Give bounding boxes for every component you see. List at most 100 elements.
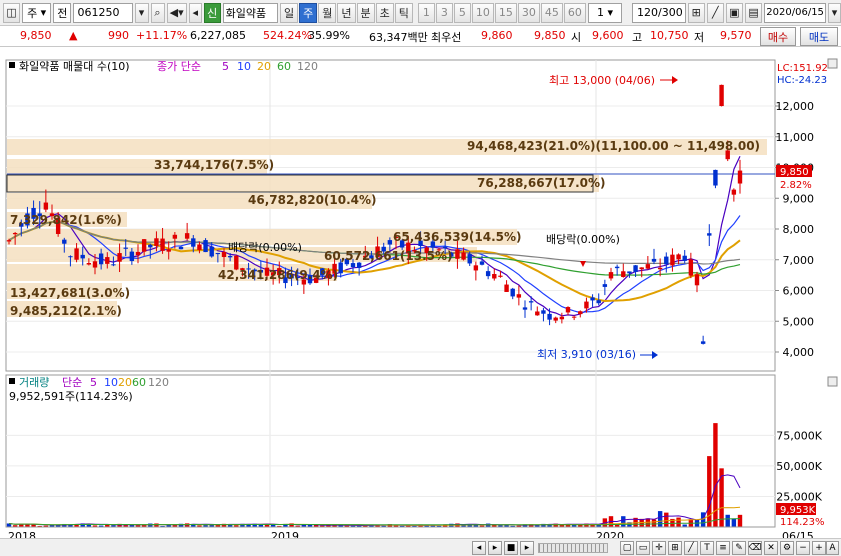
buy-button[interactable]: 매수: [760, 27, 796, 46]
volume-legend-title: 거래량: [19, 376, 49, 389]
period-tab-3[interactable]: 년: [337, 2, 356, 23]
interval-button-4[interactable]: 15: [494, 2, 517, 23]
vma10-label: 10: [104, 376, 118, 389]
period-tab-0[interactable]: 일: [280, 2, 299, 23]
chart-menu-icon[interactable]: ◫: [3, 2, 21, 23]
code-dropdown-icon[interactable]: ▾: [134, 2, 149, 23]
date-input[interactable]: 2020/06/15: [764, 2, 827, 23]
pencil-icon[interactable]: ✎: [732, 541, 746, 555]
search-icon[interactable]: ⌕: [150, 2, 165, 23]
date-dropdown-icon[interactable]: ▾: [828, 2, 841, 23]
stock-name-field: 화일약품: [222, 2, 279, 23]
volume-ma-label: 단순: [62, 376, 82, 389]
zoom-in-icon[interactable]: +: [812, 541, 826, 555]
dividend-label-2: 배당락(0.00%): [546, 233, 620, 246]
candle-body: [387, 240, 393, 245]
interval-value: 1: [597, 6, 604, 19]
candle-body: [166, 249, 171, 252]
prev-stock-icon[interactable]: ◂: [188, 2, 202, 23]
text-tool-icon[interactable]: T: [700, 541, 714, 555]
candle-body: [492, 274, 497, 279]
legend-square-icon: [9, 378, 15, 384]
interval-button-0[interactable]: 1: [417, 2, 435, 23]
cursor-icon[interactable]: ✛: [652, 541, 666, 555]
stock-code-input[interactable]: 061250: [73, 2, 133, 23]
high-label: 고: [632, 31, 643, 44]
high-marker-label: 최고 13,000 (04/06): [549, 74, 655, 87]
scroll-last-icon[interactable]: ▸: [520, 541, 534, 555]
current-volume-pct: 114.23%: [780, 517, 825, 528]
sell-button[interactable]: 매도: [800, 27, 838, 46]
count-value: 120: [637, 6, 659, 19]
volume-profile-label: 33,744,176(7.5%): [154, 158, 274, 172]
price-ma-label: 종가 단순: [157, 60, 201, 73]
candle-body: [129, 251, 135, 262]
interval-button-2[interactable]: 5: [453, 2, 471, 23]
open-price: 9,600: [592, 29, 624, 42]
stock-chart[interactable]: 94,468,423(21.0%)(11,100.00 ~ 11,498.00)…: [0, 47, 841, 556]
price-change: 990: [108, 29, 129, 42]
period-tab-2[interactable]: 월: [318, 2, 337, 23]
volume-profile-label: 76,288,667(17.0%): [477, 176, 606, 190]
fibonacci-icon[interactable]: ≡: [716, 541, 730, 555]
scroll-track[interactable]: [538, 543, 608, 553]
volume-profile-label: 60,572,661(13.5%): [324, 249, 453, 263]
save-icon[interactable]: ▣: [725, 2, 743, 23]
eraser-icon[interactable]: ⌫: [748, 541, 762, 555]
interval-input[interactable]: 1 ▾: [587, 2, 623, 23]
count-input[interactable]: 120/300: [632, 2, 686, 23]
layout-icon[interactable]: ▭: [636, 541, 650, 555]
period-tab-1[interactable]: 주: [299, 2, 318, 23]
scroll-first-icon[interactable]: ◂: [472, 541, 486, 555]
candle-body: [547, 313, 552, 320]
delete-icon[interactable]: ✕: [764, 541, 778, 555]
stock-code-value: 061250: [77, 6, 120, 19]
period-tab-5[interactable]: 초: [375, 2, 394, 23]
settings-icon[interactable]: ⚙: [780, 541, 794, 555]
draw-icon[interactable]: ╱: [706, 2, 724, 23]
panel-maximize-icon[interactable]: [827, 58, 838, 69]
print-icon[interactable]: ▤: [744, 2, 763, 23]
panel-maximize-icon[interactable]: [827, 376, 838, 387]
period-tab-6[interactable]: 틱: [394, 2, 413, 23]
candle-body: [633, 265, 638, 272]
interval-button-7[interactable]: 60: [563, 2, 586, 23]
volume-bar: [621, 516, 626, 527]
volume-tick-label: 25,000K: [776, 490, 822, 503]
market-select[interactable]: 전: [53, 2, 72, 23]
mode-select[interactable]: 주 ▾: [22, 2, 52, 23]
volume-current-value: 9,952,591주(114.23%): [9, 390, 133, 403]
zoom-icon[interactable]: ▢: [620, 541, 634, 555]
interval-button-1[interactable]: 3: [435, 2, 453, 23]
font-size-icon[interactable]: A: [826, 541, 839, 555]
candle-body: [737, 170, 743, 184]
best-quote-label: 최우선: [431, 31, 462, 44]
period-tab-4[interactable]: 분: [356, 2, 375, 23]
price-tick-label: 8,000: [783, 223, 815, 236]
zoom-out-icon[interactable]: −: [796, 541, 810, 555]
interval-buttons: 1 3 5 10 15 30 45 60: [417, 2, 586, 23]
candle-body: [209, 246, 214, 257]
candle-body: [178, 246, 184, 250]
trend-icon[interactable]: ╱: [684, 541, 698, 555]
price-change-pct: +11.17%: [136, 29, 188, 42]
quote-bar: 9,850 ▲ 990 +11.17% 6,227,085 524.24% 35…: [0, 26, 841, 47]
low-marker-label: 최저 3,910 (03/16): [537, 348, 636, 361]
scroll-back-icon[interactable]: ▸: [488, 541, 502, 555]
candle-body: [627, 271, 632, 274]
candle-body: [707, 233, 712, 236]
interval-button-6[interactable]: 45: [540, 2, 563, 23]
volume-tick-label: 50,000K: [776, 460, 822, 473]
candle-body: [713, 169, 718, 186]
current-price: 9,850: [20, 29, 52, 42]
volume-profile-label: 13,427,681(3.0%): [10, 286, 130, 300]
interval-button-3[interactable]: 10: [471, 2, 494, 23]
indicator-icon[interactable]: ⊞: [687, 2, 705, 23]
grid-icon[interactable]: ⊞: [668, 541, 682, 555]
interval-button-5[interactable]: 30: [517, 2, 540, 23]
candle-body: [516, 294, 522, 298]
speaker-icon[interactable]: ◀▾: [166, 2, 187, 23]
candle-body: [191, 238, 196, 247]
stop-icon[interactable]: ■: [504, 541, 518, 555]
candle-body: [541, 310, 546, 314]
